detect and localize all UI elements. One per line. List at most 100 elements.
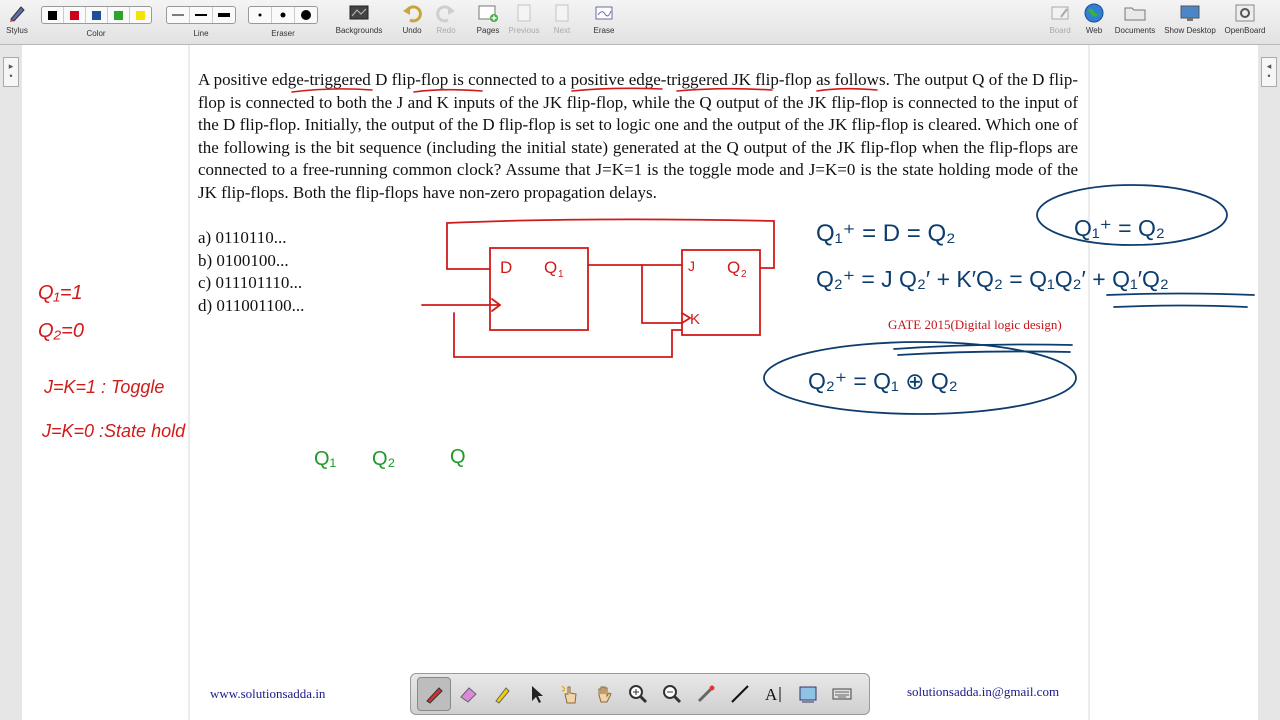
openboard-label: OpenBoard <box>1224 26 1266 35</box>
board-icon <box>1049 0 1071 26</box>
hand-tool[interactable] <box>587 677 621 711</box>
green-notes: Q₁ Q₂ Q <box>314 446 466 470</box>
board-label: Board <box>1049 26 1071 35</box>
keyboard-tool[interactable] <box>825 677 859 711</box>
svg-text:1: 1 <box>558 269 564 280</box>
svg-text:Q₂⁺ = Q₁ ⊕ Q₂: Q₂⁺ = Q₁ ⊕ Q₂ <box>808 368 958 394</box>
previous-button[interactable]: Previous <box>507 0 541 44</box>
zoom-out-icon <box>663 685 682 704</box>
previous-label: Previous <box>508 26 540 35</box>
pen-icon <box>426 687 443 704</box>
zoom-in-tool[interactable] <box>621 677 655 711</box>
circuit-sketch <box>421 218 775 358</box>
undo-icon <box>401 0 423 26</box>
svg-text:Q₂=0: Q₂=0 <box>38 320 84 342</box>
svg-text:J=K=0 :State hold: J=K=0 :State hold <box>41 421 186 441</box>
color-group: Color <box>40 0 152 44</box>
undo-button[interactable]: Undo <box>398 0 426 44</box>
color-yellow[interactable] <box>130 7 151 23</box>
svg-text:Q: Q <box>727 258 740 277</box>
red-margin-notes: Q₁=1 Q₂=0 J=K=1 : Toggle J=K=0 :State ho… <box>38 282 186 441</box>
right-panel: ◂ • <box>1258 45 1280 720</box>
show-desktop-label: Show Desktop <box>1164 26 1216 35</box>
text-icon: A <box>765 685 781 704</box>
svg-text:A: A <box>765 685 778 704</box>
line-thick[interactable] <box>213 7 235 23</box>
erase-icon <box>593 0 615 26</box>
color-label: Color <box>86 29 106 38</box>
eraser-small[interactable] <box>249 7 272 23</box>
svg-text:Q: Q <box>544 258 557 277</box>
undo-label: Undo <box>402 26 422 35</box>
zoom-out-tool[interactable] <box>655 677 689 711</box>
erase-button[interactable]: Erase <box>590 0 618 44</box>
interact-tool[interactable] <box>553 677 587 711</box>
next-button[interactable]: Next <box>548 0 576 44</box>
svg-text:J=K=1 : Toggle: J=K=1 : Toggle <box>43 377 164 397</box>
color-blue[interactable] <box>86 7 108 23</box>
keyboard-icon <box>832 688 852 700</box>
web-button[interactable]: Web <box>1080 0 1108 44</box>
board-button[interactable]: Board <box>1046 0 1074 44</box>
eraser-group: Eraser <box>248 0 318 44</box>
left-panel: ▸ • <box>0 45 22 720</box>
hand-icon <box>598 686 612 703</box>
eraser-medium[interactable] <box>272 7 295 23</box>
backgrounds-button[interactable]: Backgrounds <box>334 0 384 44</box>
backgrounds-label: Backgrounds <box>335 26 383 35</box>
eraser-large[interactable] <box>295 7 317 23</box>
svg-text:K: K <box>690 311 700 328</box>
select-tool[interactable] <box>519 677 553 711</box>
red-underline-strokes <box>291 87 878 93</box>
redo-button[interactable]: Redo <box>432 0 460 44</box>
line-group: Line <box>166 0 236 44</box>
capture-tool[interactable] <box>791 677 825 711</box>
highlighter-tool[interactable] <box>485 677 519 711</box>
blue-equations: Q₁⁺ = D = Q₂ Q₁⁺ = Q₂ Q₂⁺ = J Q₂′ + K′Q₂… <box>808 215 1169 394</box>
gear-icon <box>1234 0 1256 26</box>
tool-dock: A <box>410 673 870 715</box>
svg-text:Q₂⁺ = J Q₂′ + K′Q₂ = Q₁Q₂′ + Q: Q₂⁺ = J Q₂′ + K′Q₂ = Q₁Q₂′ + Q₁′Q₂ <box>816 266 1169 292</box>
svg-text:Q₁⁺ = Q₂: Q₁⁺ = Q₂ <box>1074 215 1165 241</box>
pages-button[interactable]: Pages <box>473 0 503 44</box>
eraser-label: Eraser <box>271 29 295 38</box>
board-canvas[interactable]: A positive edge-triggered D flip-flop is… <box>22 45 1258 720</box>
line-width-selector <box>166 6 236 24</box>
top-toolbar: Stylus Color Line Eraser Backgrounds Und… <box>0 0 1280 45</box>
documents-button[interactable]: Documents <box>1112 0 1158 44</box>
backgrounds-icon <box>347 0 371 26</box>
add-page-icon <box>477 0 499 26</box>
laser-pointer-tool[interactable] <box>689 677 723 711</box>
svg-text:Q₁=1: Q₁=1 <box>38 282 83 304</box>
eraser-tool[interactable] <box>451 677 485 711</box>
zoom-in-icon <box>629 685 648 704</box>
stylus-label: Stylus <box>6 26 28 35</box>
line-tool[interactable] <box>723 677 757 711</box>
ink-layer: D Q1 J Q2 K Q₁=1 Q₂=0 J=K=1 : Toggle J=K… <box>38 87 1255 470</box>
text-tool[interactable]: A <box>757 677 791 711</box>
highlighter-icon <box>495 687 510 704</box>
left-panel-toggle[interactable]: ▸ • <box>3 57 19 87</box>
erase-label: Erase <box>593 26 615 35</box>
laser-pointer-icon <box>697 685 715 703</box>
pen-tool[interactable] <box>417 677 451 711</box>
right-panel-toggle[interactable]: ◂ • <box>1261 57 1277 87</box>
openboard-button[interactable]: OpenBoard <box>1222 0 1268 44</box>
stylus-icon <box>7 0 27 26</box>
capture-icon <box>799 686 817 703</box>
stylus-button[interactable]: Stylus <box>4 0 30 44</box>
svg-text:Q₂: Q₂ <box>372 448 395 470</box>
line-label: Line <box>193 29 209 38</box>
show-desktop-button[interactable]: Show Desktop <box>1162 0 1218 44</box>
svg-text:D: D <box>500 258 512 277</box>
line-thin[interactable] <box>167 7 190 23</box>
monitor-icon <box>1178 0 1202 26</box>
svg-text:Q₁: Q₁ <box>314 448 337 470</box>
svg-text:Q: Q <box>450 446 466 468</box>
color-black[interactable] <box>42 7 64 23</box>
color-palette <box>40 6 152 24</box>
line-medium[interactable] <box>190 7 213 23</box>
color-green[interactable] <box>108 7 130 23</box>
color-red[interactable] <box>64 7 86 23</box>
folder-icon <box>1123 0 1147 26</box>
